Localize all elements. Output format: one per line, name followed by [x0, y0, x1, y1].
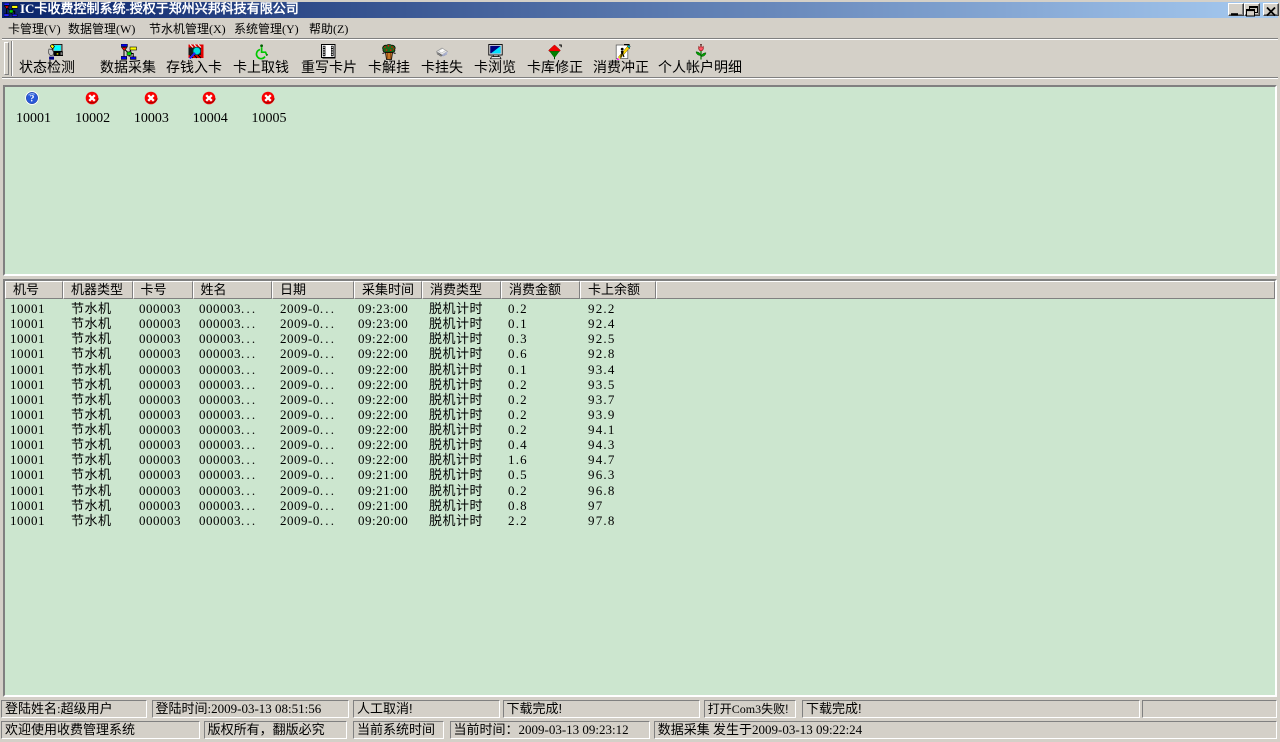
svg-text:?: ?: [30, 94, 35, 105]
